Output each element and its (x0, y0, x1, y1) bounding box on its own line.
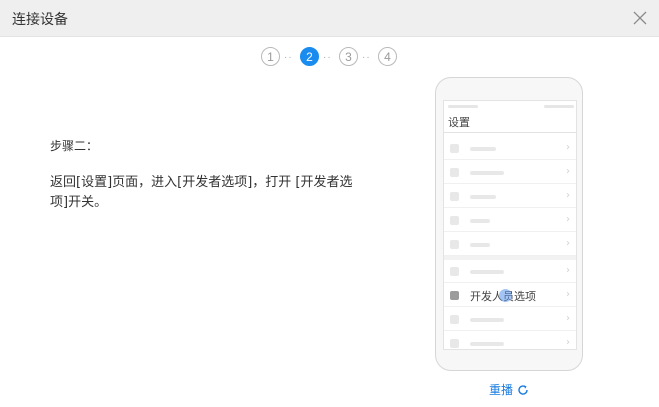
step-2-indicator: 2 (300, 47, 319, 66)
step-label: 步骤二： (50, 139, 99, 153)
phone-illustration: 设置 › › › › › › 开发人员选项 › › › (435, 77, 583, 371)
step-description: 返回[设置]页面，进入[开发者选项]，打开 [开发者选项]开关。 (50, 175, 353, 210)
step-separator: ·· (284, 52, 293, 63)
step-separator: ·· (362, 52, 371, 63)
settings-row-placeholder: › (444, 260, 576, 283)
phone-status-bar (444, 101, 576, 111)
phone-screen-title: 设置 (448, 116, 470, 129)
dialog-title: 连接设备 (12, 12, 68, 28)
replay-label: 重播 (489, 383, 514, 397)
step-indicator: 1 ·· 2 ·· 3 ·· 4 (260, 47, 400, 67)
settings-row-placeholder: › (444, 233, 576, 256)
refresh-icon (518, 384, 528, 395)
step-4-indicator: 4 (378, 47, 397, 66)
phone-screen: 设置 › › › › › › 开发人员选项 › › › (443, 100, 577, 350)
settings-row-placeholder: › (444, 161, 576, 184)
settings-row-placeholder: › (444, 308, 576, 331)
developer-options-row: 开发人员选项 › (444, 284, 576, 307)
settings-row-placeholder: › (444, 185, 576, 208)
step-3-indicator: 3 (339, 47, 358, 66)
replay-button[interactable]: 重播 (489, 381, 529, 398)
tap-indicator (499, 289, 512, 302)
dialog-titlebar: 连接设备 (0, 0, 659, 37)
settings-row-placeholder: › (444, 332, 576, 349)
close-icon[interactable] (630, 8, 650, 28)
step-separator: ·· (323, 52, 332, 63)
settings-row-placeholder: › (444, 137, 576, 160)
settings-row-placeholder: › (444, 209, 576, 232)
step-1-indicator: 1 (261, 47, 280, 66)
